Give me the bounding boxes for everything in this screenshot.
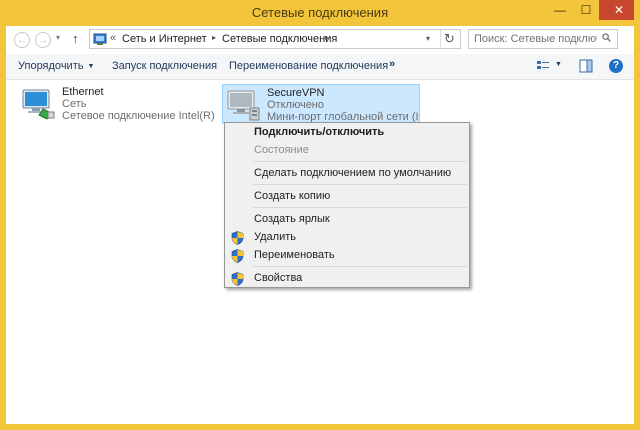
menu-item-label: Создать копию [254,190,331,202]
menu-item-label: Свойства [254,272,303,284]
connection-name: SecureVPN [267,87,325,99]
close-button[interactable]: ✕ [599,0,639,20]
menu-separator [253,266,467,267]
chevron-down-icon: ▼ [87,63,95,70]
window-title: Сетевые подключения [251,5,389,20]
breadcrumb-network-internet[interactable]: Сеть и Интернет [122,33,207,45]
window-border[interactable] [634,0,640,430]
address-history-button[interactable]: ▾ [426,34,430,43]
address-overflow-button[interactable]: « [110,32,116,44]
explorer-window: Сетевые подключения — ☐ ✕ ← → ▾ ↑ « Сеть… [0,0,640,430]
menu-item-properties[interactable]: Свойства [227,269,467,289]
search-icon[interactable] [602,33,611,42]
back-button[interactable]: ← [14,32,30,48]
address-bar[interactable]: « Сеть и Интернет ▸ Сетевые подключения … [89,29,461,49]
up-button[interactable]: ↑ [72,31,79,46]
connection-status: Отключено [267,99,324,111]
organize-label: Упорядочить [18,60,84,72]
navigation-bar: ← → ▾ ↑ « Сеть и Интернет ▸ Сетевые подк… [6,26,634,54]
menu-item-label: Создать ярлык [254,213,330,225]
connection-item-securevpn[interactable]: SecureVPN Отключено Мини-порт глобальной… [222,84,420,124]
context-menu: Подключить/отключить Состояние Сделать п… [224,122,470,288]
change-view-icon[interactable] [536,59,550,73]
start-connection-button[interactable]: Запуск подключения [112,60,217,72]
title-bar[interactable]: Сетевые подключения — ☐ ✕ [0,0,640,26]
minimize-button[interactable]: — [547,0,573,20]
help-button[interactable]: ? [609,59,623,73]
connection-item-ethernet[interactable]: Ethernet Сеть Сетевое подключение Intel(… [18,84,216,124]
breadcrumb-network-connections[interactable]: Сетевые подключения [222,33,337,45]
menu-item-connect-disconnect[interactable]: Подключить/отключить [227,123,467,143]
menu-separator [253,207,467,208]
refresh-button[interactable]: ↻ [444,31,455,47]
address-divider [440,30,441,48]
menu-separator [253,161,467,162]
breadcrumb-separator[interactable]: ▸ [325,33,329,42]
uac-shield-icon [231,249,244,263]
command-bar: Упорядочить ▼ Запуск подключения Переимен… [6,54,634,80]
menu-item-set-default[interactable]: Сделать подключением по умолчанию [227,164,467,184]
breadcrumb-separator[interactable]: ▸ [212,33,216,42]
menu-item-label: Переименовать [254,249,335,261]
view-options-button[interactable]: ▼ [555,61,562,68]
network-adapter-icon [22,89,55,120]
recent-locations-button[interactable]: ▾ [56,33,60,42]
menu-item-label: Состояние [254,144,309,156]
menu-item-delete[interactable]: Удалить [227,228,467,248]
menu-item-label: Удалить [254,231,296,243]
uac-shield-icon [231,231,244,245]
menu-separator [253,184,467,185]
search-input[interactable] [468,29,618,49]
preview-pane-icon[interactable] [579,59,593,73]
menu-item-rename[interactable]: Переименовать [227,246,467,266]
menu-item-create-copy[interactable]: Создать копию [227,187,467,207]
vpn-adapter-icon [227,90,260,121]
menu-item-create-shortcut[interactable]: Создать ярлык [227,210,467,230]
window-border[interactable] [0,424,640,430]
menu-item-label: Подключить/отключить [254,126,385,138]
maximize-button[interactable]: ☐ [573,0,599,20]
menu-item-status: Состояние [227,141,467,161]
rename-connection-button[interactable]: Переименование подключения [229,60,388,72]
connection-device: Сетевое подключение Intel(R) P... [62,110,214,122]
forward-button[interactable]: → [35,32,51,48]
control-panel-icon [93,33,107,45]
connection-status: Сеть [62,98,87,110]
organize-button[interactable]: Упорядочить ▼ [18,60,94,72]
connection-name: Ethernet [62,86,104,98]
more-commands-button[interactable]: » [389,58,395,70]
window-border[interactable] [0,0,6,430]
menu-item-label: Сделать подключением по умолчанию [254,167,452,179]
uac-shield-icon [231,272,244,286]
